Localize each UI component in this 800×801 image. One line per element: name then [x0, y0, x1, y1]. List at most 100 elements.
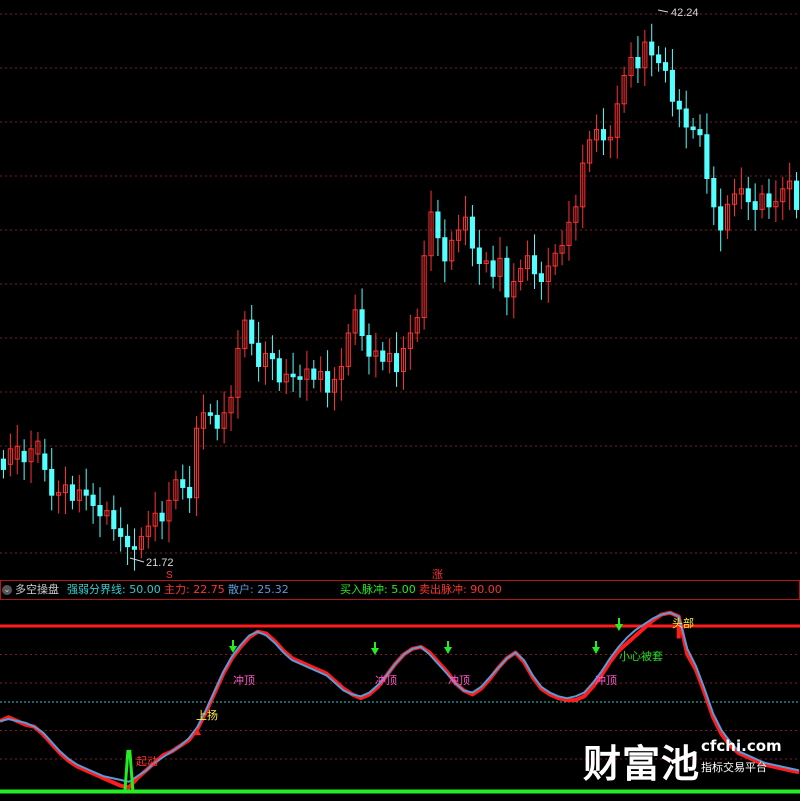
- candle: [118, 507, 124, 552]
- candle: [387, 338, 393, 374]
- candle-body: [111, 510, 117, 530]
- candle-body: [359, 309, 365, 337]
- candle: [635, 36, 641, 83]
- stock-chart[interactable]: 42.24 21.72 S 涨 起动 上扬 冲顶 冲顶 冲顶 冲顶 小心被套 头…: [0, 0, 800, 801]
- candle: [662, 47, 669, 83]
- candle-body: [83, 489, 89, 496]
- candle: [718, 188, 724, 252]
- candle: [35, 432, 41, 464]
- caution-arrow-icon: [444, 647, 452, 654]
- candle-body: [131, 546, 138, 550]
- candle: [738, 167, 744, 210]
- candle: [780, 176, 786, 220]
- candle: [435, 199, 441, 256]
- candle: [745, 176, 751, 220]
- candle: [62, 466, 69, 514]
- candle-body: [600, 129, 607, 141]
- high-price-label: 42.24: [671, 7, 699, 19]
- legend-sell: 卖出脉冲: 90.00: [419, 583, 502, 596]
- candle: [366, 323, 372, 375]
- candle: [28, 430, 34, 484]
- candle: [642, 29, 648, 87]
- mark-zhang: 涨: [432, 568, 443, 581]
- candle: [49, 448, 55, 511]
- annotation-chongding-3: 冲顶: [448, 673, 470, 687]
- high-price-pointer: [657, 9, 669, 13]
- candle: [345, 323, 351, 376]
- candle: [318, 356, 324, 392]
- candle-body: [49, 468, 55, 496]
- annotation-chongding-1: 冲顶: [233, 673, 255, 687]
- candle: [552, 244, 558, 276]
- candle-body: [249, 319, 255, 344]
- candle-body: [187, 486, 193, 499]
- candle: [221, 391, 227, 444]
- candle: [262, 341, 269, 385]
- candle-body: [793, 180, 800, 210]
- candle: [7, 433, 13, 477]
- candle-body: [256, 342, 262, 367]
- low-price-pointer: [129, 557, 145, 563]
- candle: [587, 130, 593, 173]
- candle: [759, 184, 765, 219]
- candle: [407, 314, 413, 370]
- low-price-label: 21.72: [146, 557, 174, 569]
- candle: [138, 527, 144, 559]
- candle: [421, 240, 427, 330]
- candle: [580, 144, 586, 229]
- indicator-name[interactable]: 多空操盘: [15, 581, 59, 599]
- candle-body: [380, 350, 386, 362]
- candle-body: [0, 458, 7, 470]
- candle-body: [214, 414, 220, 429]
- candle: [518, 259, 524, 291]
- candle: [787, 162, 793, 211]
- candle-body: [656, 54, 662, 64]
- candle: [290, 352, 296, 392]
- candle: [697, 114, 703, 147]
- candle: [711, 166, 717, 226]
- caution-arrow-icon: [371, 648, 379, 655]
- candle: [773, 180, 779, 223]
- candle: [373, 332, 379, 378]
- candle-body: [469, 216, 475, 249]
- candle-body: [718, 206, 724, 231]
- candle-body: [711, 178, 717, 208]
- indicator-markers: [193, 618, 623, 735]
- candle: [338, 348, 344, 401]
- candle: [14, 424, 20, 475]
- candle-body: [366, 335, 372, 357]
- watermark-subtitle: 指标交易平台: [701, 761, 767, 774]
- candle: [469, 205, 475, 267]
- candle-body: [269, 353, 275, 360]
- collapse-icon[interactable]: ⌄: [2, 585, 12, 595]
- candle-body: [159, 512, 165, 522]
- candle: [256, 321, 262, 382]
- candle: [607, 125, 613, 159]
- candle-body: [476, 247, 482, 264]
- candle-body: [90, 494, 96, 506]
- candle: [683, 90, 689, 149]
- candle: [125, 524, 131, 565]
- candle: [545, 247, 551, 303]
- candle-body: [325, 371, 331, 393]
- candle: [173, 470, 179, 510]
- candle-body: [704, 134, 710, 180]
- candle: [725, 195, 731, 240]
- candle-body: [669, 69, 675, 102]
- candle: [621, 66, 627, 113]
- legend-buy: 买入脉冲: 5.00: [340, 583, 416, 596]
- candle-body: [207, 412, 213, 416]
- candle-body: [683, 108, 689, 128]
- candle-body: [766, 193, 772, 208]
- candle-body: [435, 211, 441, 239]
- candle: [180, 464, 186, 500]
- candle-body: [490, 260, 496, 277]
- candle: [511, 263, 517, 319]
- legend-main: 主力: 22.75: [164, 583, 225, 596]
- candle: [669, 48, 675, 117]
- candle: [462, 195, 469, 246]
- candle: [214, 400, 220, 441]
- candle: [504, 246, 510, 316]
- annotation-xiaoxin: 小心被套: [619, 650, 663, 663]
- candle: [456, 214, 462, 253]
